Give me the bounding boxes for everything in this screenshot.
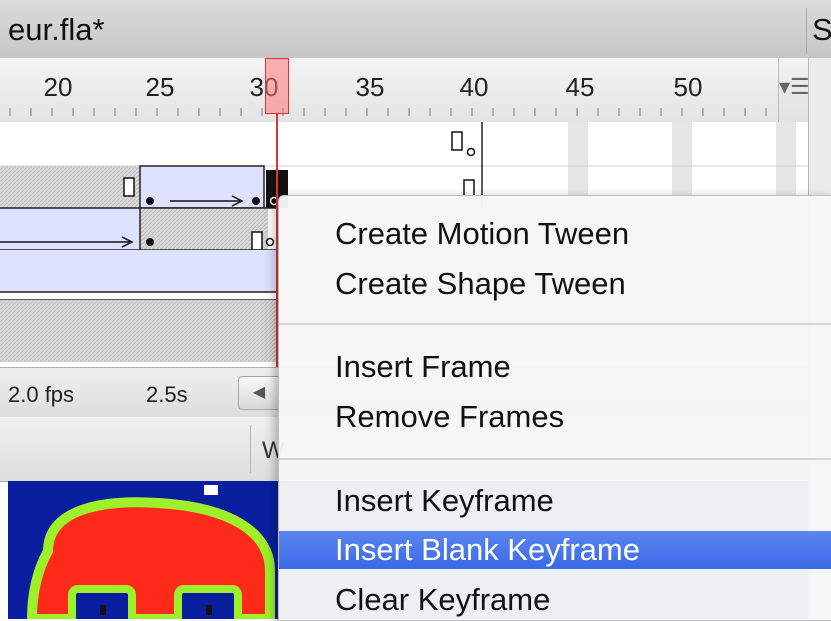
ruler-ticks bbox=[9, 108, 767, 116]
document-tab-title[interactable]: eur.fla* bbox=[8, 12, 105, 48]
timeline-ruler[interactable]: 20 25 30 35 40 45 50 bbox=[0, 58, 778, 123]
frame-rate-label[interactable]: 2.0 fps bbox=[8, 382, 74, 408]
layer-row bbox=[0, 300, 278, 362]
menu-item-clear-keyframe[interactable]: Clear Keyframe bbox=[279, 581, 831, 619]
menu-item-create-motion-tween[interactable]: Create Motion Tween bbox=[279, 215, 831, 253]
document-tab-bar bbox=[0, 0, 831, 59]
layer-row bbox=[0, 250, 278, 301]
elapsed-time-label: 2.5s bbox=[146, 382, 188, 407]
menu-item-insert-frame[interactable]: Insert Frame bbox=[279, 348, 831, 386]
menu-item-insert-blank-keyframe[interactable]: Insert Blank Keyframe bbox=[279, 531, 831, 569]
layer-row bbox=[0, 207, 278, 251]
divider bbox=[250, 425, 251, 473]
menu-item-insert-keyframe[interactable]: Insert Keyframe bbox=[279, 482, 831, 520]
playhead-handle[interactable] bbox=[265, 58, 289, 114]
menu-separator bbox=[279, 323, 831, 325]
menu-separator bbox=[279, 458, 831, 460]
tab-divider bbox=[806, 8, 807, 54]
menu-item-remove-frames[interactable]: Remove Frames bbox=[279, 398, 831, 436]
panel-tab-title[interactable]: Sp bbox=[812, 12, 831, 48]
menu-item-create-shape-tween[interactable]: Create Shape Tween bbox=[279, 265, 831, 303]
triangle-left-icon[interactable]: ◀ bbox=[238, 376, 280, 410]
context-menu: Create Motion Tween Create Shape Tween I… bbox=[278, 195, 831, 621]
panel-menu-icon[interactable]: ▾☰ bbox=[778, 58, 810, 123]
